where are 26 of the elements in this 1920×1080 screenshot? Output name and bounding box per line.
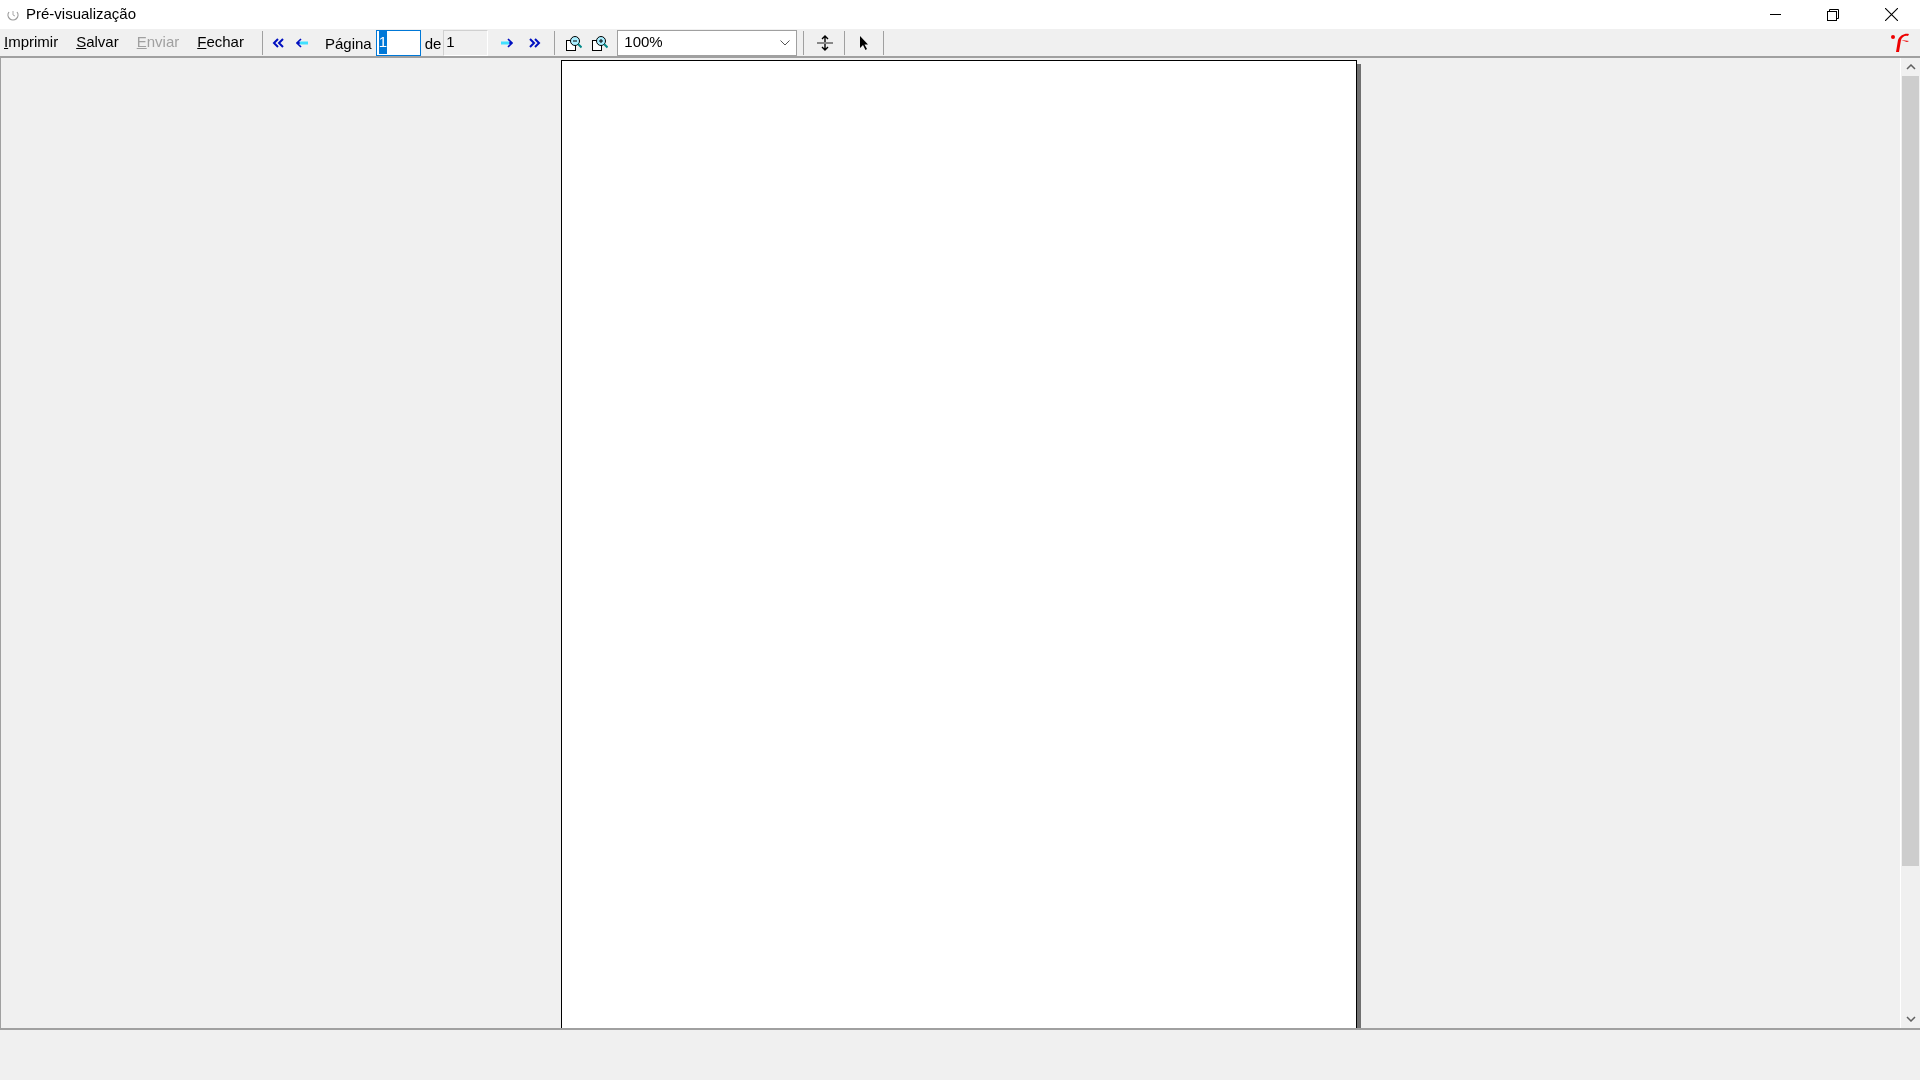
left-arrow-icon	[296, 37, 310, 48]
close-icon	[1884, 8, 1898, 21]
scroll-up-icon[interactable]	[1905, 64, 1916, 70]
menu-command[interactable]: Salvar	[72, 31, 123, 54]
scroll-down-icon[interactable]	[1905, 1016, 1916, 1022]
logo-icon	[1890, 31, 1910, 54]
pointer-icon	[859, 35, 870, 50]
minimize-icon	[1769, 14, 1781, 15]
zoom-dropdown[interactable]: 100%	[617, 29, 798, 56]
double-left-arrow-icon	[271, 37, 286, 48]
menu-command[interactable]: Fechar	[193, 31, 248, 54]
window-title: Pré-visualização	[26, 4, 137, 25]
restore-icon	[1827, 8, 1839, 21]
vertical-arrows-icon	[816, 34, 835, 51]
total-pages-field: 1	[443, 29, 489, 56]
zoom-out-icon	[566, 34, 583, 51]
vertical-scrollbar[interactable]	[1900, 58, 1920, 1028]
page-label: Página	[324, 34, 372, 55]
menu-command[interactable]: Imprimir	[0, 31, 63, 54]
scrollbar-thumb[interactable]	[1902, 76, 1919, 866]
page-input[interactable]: 1	[375, 29, 421, 56]
of-label: de	[424, 34, 442, 55]
chevron-down-icon	[780, 39, 791, 46]
right-arrow-icon	[499, 37, 513, 48]
double-right-arrow-icon	[527, 37, 542, 48]
zoom-in-icon	[592, 34, 609, 51]
